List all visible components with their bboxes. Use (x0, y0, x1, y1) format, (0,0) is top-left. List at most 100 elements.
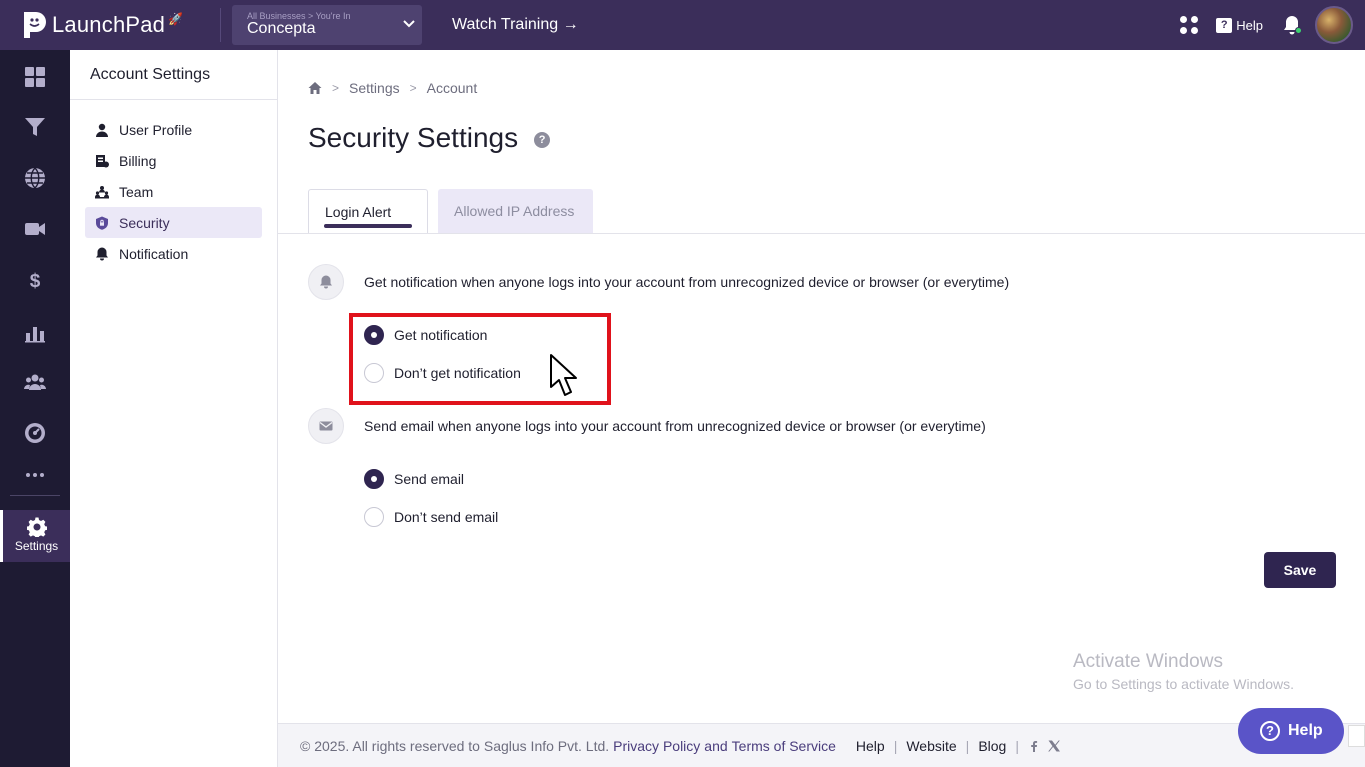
sidebar-item-team[interactable]: Team (85, 176, 262, 207)
business-name: Concepta (247, 20, 316, 37)
notification-section-text: Get notification when anyone logs into y… (364, 274, 1010, 290)
mouse-cursor-icon (550, 354, 577, 396)
help-icon: ? (1216, 17, 1233, 33)
email-section-text: Send email when anyone logs into your ac… (364, 418, 986, 434)
notification-section-header: Get notification when anyone logs into y… (308, 264, 1009, 300)
radio-label: Send email (394, 471, 465, 487)
footer-separator: | (965, 737, 970, 754)
help-label: Help (1236, 17, 1263, 33)
radio-send-email[interactable]: Send email (364, 469, 464, 489)
top-bar: LaunchPad 🚀 All Businesses > You're In C… (0, 0, 1365, 50)
sidebar-item-label: Team (119, 183, 154, 200)
account-settings-sidebar: Account Settings User Profile Billing Te… (70, 50, 278, 767)
breadcrumb: > Settings > Account (308, 80, 477, 96)
chart-icon[interactable] (0, 312, 70, 352)
sidebar-item-label: User Profile (119, 121, 193, 138)
online-status-dot (1295, 27, 1302, 34)
radio-button[interactable] (364, 507, 384, 527)
floating-help-label: Help (1288, 722, 1323, 739)
business-selector[interactable]: All Businesses > You're In Concepta (232, 5, 422, 45)
x-twitter-icon[interactable] (1048, 740, 1060, 752)
save-button[interactable]: Save (1264, 552, 1336, 588)
tab-bar: Login Alert Allowed IP Address (308, 189, 593, 233)
floating-help-button[interactable]: ? Help (1238, 708, 1344, 754)
globe-icon[interactable] (0, 158, 70, 198)
help-button[interactable]: ? Help (1216, 17, 1263, 33)
sidebar-item-user-profile[interactable]: User Profile (85, 114, 262, 145)
sidebar-item-notification[interactable]: Notification (85, 238, 262, 269)
brand-name: LaunchPad (52, 12, 166, 37)
breadcrumb-separator: > (409, 81, 417, 95)
watermark-line-1: Activate Windows (1073, 651, 1223, 672)
privacy-policy-link[interactable]: Privacy Policy (613, 738, 700, 754)
footer-blog-link[interactable]: Blog (978, 738, 1006, 754)
watch-training-link[interactable]: Watch Training → (452, 16, 579, 34)
footer: © 2025. All rights reserved to Saglus In… (278, 723, 1365, 767)
tab-label: Allowed IP Address (454, 203, 575, 219)
gauge-icon[interactable] (0, 413, 70, 453)
footer-separator: | (1015, 737, 1019, 754)
tab-divider (278, 233, 1365, 234)
expand-icon[interactable] (1348, 725, 1365, 747)
users-icon[interactable] (0, 362, 70, 402)
footer-copyright: © 2025. All rights reserved to Saglus In… (300, 737, 610, 754)
tab-login-alert[interactable]: Login Alert (308, 189, 428, 233)
radio-button-checked[interactable] (364, 469, 384, 489)
windows-activation-watermark: Activate Windows Go to Settings to activ… (1073, 651, 1294, 692)
svg-text:$: $ (30, 271, 41, 291)
main-content: > Settings > Account Security Settings ?… (278, 50, 1365, 767)
divider (220, 8, 221, 42)
team-icon (95, 185, 109, 198)
terms-of-service-link[interactable]: Terms of Service (732, 738, 836, 754)
rail-settings-item[interactable]: Settings (0, 510, 70, 562)
footer-and: and (704, 737, 728, 754)
sidebar-item-label: Security (119, 214, 170, 231)
breadcrumb-separator: > (332, 81, 340, 95)
radio-dont-send-email[interactable]: Don’t send email (364, 507, 498, 527)
rail-settings-label: Settings (14, 539, 59, 553)
rail-divider (10, 495, 60, 496)
home-icon[interactable] (308, 81, 322, 95)
bell-icon (308, 264, 344, 300)
sidebar-item-security[interactable]: Security (85, 207, 262, 238)
gear-icon (26, 517, 47, 537)
sidebar-item-label: Notification (119, 245, 189, 262)
sidebar-title: Account Settings (70, 50, 277, 100)
user-icon (96, 123, 108, 137)
facebook-icon[interactable] (1028, 740, 1040, 752)
footer-separator: | (893, 737, 898, 754)
breadcrumb-settings-link[interactable]: Settings (349, 80, 400, 96)
sidebar-item-billing[interactable]: Billing (85, 145, 262, 176)
email-section-header: Send email when anyone logs into your ac… (308, 408, 986, 444)
apps-grid-icon[interactable] (1180, 16, 1199, 34)
question-mark-icon[interactable]: ? (534, 131, 551, 148)
question-circle-icon: ? (1260, 721, 1280, 741)
billing-icon (96, 154, 109, 167)
breadcrumb-account: Account (426, 80, 478, 96)
shield-icon (96, 216, 108, 230)
footer-help-link[interactable]: Help (856, 738, 885, 754)
launchpad-logo-icon (22, 10, 46, 40)
sidebar-item-label: Billing (119, 152, 157, 169)
video-icon[interactable] (0, 209, 70, 249)
page-title-text: Security Settings (308, 122, 519, 153)
dollar-icon[interactable]: $ (0, 260, 70, 300)
user-avatar[interactable] (1315, 6, 1353, 44)
tab-allowed-ip-address[interactable]: Allowed IP Address (438, 189, 593, 233)
page-title: Security Settings ? (308, 122, 551, 154)
logo[interactable]: LaunchPad 🚀 (22, 10, 218, 40)
footer-website-link[interactable]: Website (906, 738, 956, 754)
bell-icon (96, 247, 108, 260)
notifications-bell-icon[interactable] (1283, 15, 1302, 35)
watermark-line-2: Go to Settings to activate Windows. (1073, 676, 1294, 692)
dashboard-icon[interactable] (0, 57, 70, 97)
radio-label: Don’t send email (394, 509, 499, 525)
icon-rail: $ Settings (0, 50, 70, 767)
tab-label: Login Alert (325, 203, 392, 220)
mail-icon (308, 408, 344, 444)
funnel-icon[interactable] (0, 107, 70, 147)
active-tab-indicator (324, 224, 412, 228)
chevron-down-icon (402, 17, 416, 31)
rocket-icon: 🚀 (168, 12, 184, 26)
more-icon[interactable] (0, 455, 70, 495)
